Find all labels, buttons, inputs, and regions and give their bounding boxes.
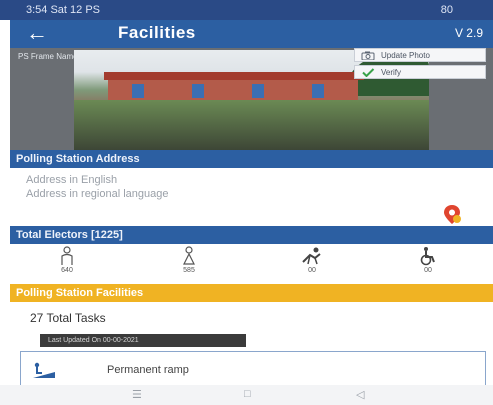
electors-section-header: Total Electors [1225] [10,226,493,244]
photo-roof [104,72,364,80]
battery-indicator: 80 [440,4,453,16]
photo-door [192,84,204,98]
checkmark-icon [362,68,375,77]
location-pin-icon[interactable] [442,204,462,226]
photo-door [252,84,264,98]
photo-overlay-label: PS Frame Name [18,52,78,61]
app-version: V 2.9 [454,26,483,40]
facilities-section-header: Polling Station Facilities [10,284,493,302]
facility-item-permanent-ramp[interactable]: Permanent ramp [20,351,486,385]
pwd-voter-icon: 00 [412,246,444,282]
photo-door [132,84,144,98]
nav-home-icon[interactable]: □ [244,388,251,400]
status-bar: 3:54 Sat 12 PS 80 [0,0,493,20]
status-time: 3:54 Sat 12 PS [26,4,100,16]
page-title: Facilities [118,23,196,42]
senior-voter-icon: 00 [296,246,328,282]
total-tasks: 27 Total Tasks [30,311,106,325]
ramp-icon [33,362,55,378]
photo-actions: Update Photo Verify [354,48,486,80]
verify-button[interactable]: Verify [354,65,486,79]
male-voter-count: 640 [61,267,73,274]
address-section-header: Polling Station Address [10,150,493,168]
facility-label: Permanent ramp [107,364,189,376]
address-english: Address in English [26,174,118,186]
system-nav-bar: ☰ □ ◁ [0,385,493,405]
update-photo-label: Update Photo [381,50,430,60]
senior-voter-count: 00 [308,267,316,274]
male-voter-icon: 640 [51,246,83,282]
address-regional: Address in regional language [26,188,169,200]
back-arrow-icon[interactable]: ← [26,21,48,45]
nav-menu-icon[interactable]: ☰ [132,388,142,401]
photo-door [312,84,324,98]
camera-icon [361,51,375,60]
nav-back-icon[interactable]: ◁ [356,388,364,401]
female-voter-icon: 585 [173,246,205,282]
verify-label: Verify [381,67,402,77]
photo-ground [74,100,429,150]
last-updated-badge: Last Updated On 00-00-2021 [40,334,246,347]
pwd-voter-count: 00 [424,267,432,274]
app-bar: ← Facilities V 2.9 [10,20,493,48]
update-photo-button[interactable]: Update Photo [354,48,486,62]
female-voter-count: 585 [183,267,195,274]
station-photo-area: PS Frame Name Update Photo Verify [10,48,493,152]
